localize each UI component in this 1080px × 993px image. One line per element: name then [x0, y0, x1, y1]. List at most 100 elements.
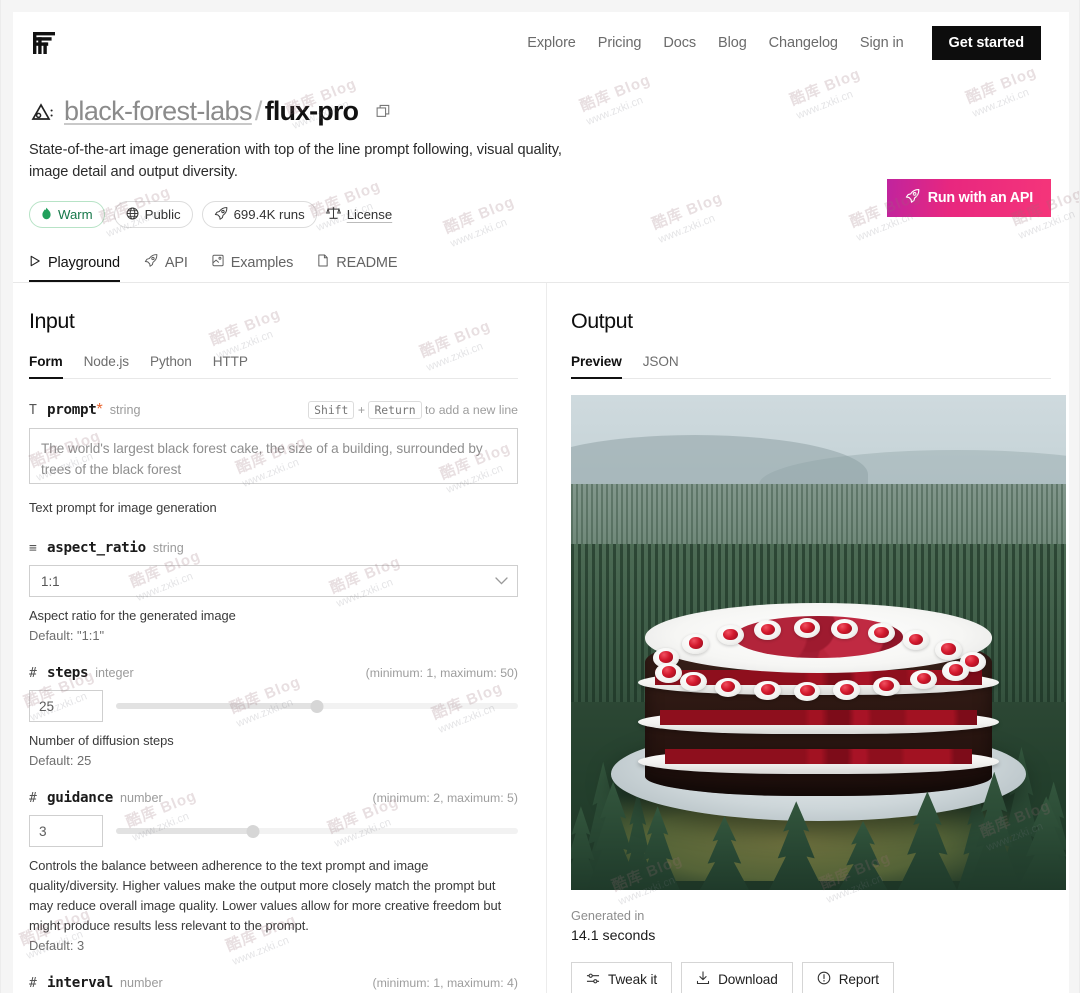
cherry-topping — [723, 628, 738, 640]
tab-api-label: API — [164, 254, 188, 271]
field-steps: # steps integer (minimum: 1, maximum: 50… — [29, 665, 518, 768]
tab-playground-label: Playground — [48, 255, 120, 272]
field-prompt: T prompt * string Shift + Return to add a… — [29, 401, 518, 518]
flame-icon — [41, 207, 52, 223]
input-panel-title: Input — [29, 309, 75, 334]
output-tab-json[interactable]: JSON — [643, 354, 679, 379]
model-tabs: Playground API Examples README — [13, 254, 1069, 283]
nav-link-signin[interactable]: Sign in — [860, 35, 904, 51]
model-owner-link[interactable]: black-forest-labs — [64, 96, 252, 126]
rocket-icon — [144, 254, 158, 271]
field-aspect-ratio-help: Aspect ratio for the generated image — [29, 608, 236, 624]
input-tab-http[interactable]: HTTP — [213, 354, 248, 379]
guidance-control-row — [29, 815, 518, 848]
cherry-topping — [659, 651, 674, 663]
aspect-ratio-select[interactable]: 1:1 — [29, 565, 518, 598]
steps-slider-thumb[interactable] — [310, 699, 324, 713]
replicate-logo-icon[interactable] — [29, 28, 59, 58]
cherry-topping — [800, 621, 815, 633]
download-icon — [696, 971, 710, 988]
list-icon: ≡ — [29, 541, 37, 557]
run-with-api-button[interactable]: Run with an API — [886, 179, 1051, 217]
field-prompt-help: Text prompt for image generation — [29, 500, 217, 516]
prompt-keyboard-hint: Shift + Return to add a new line — [308, 401, 518, 420]
tab-readme[interactable]: README — [317, 254, 398, 282]
field-steps-default: Default: 25 — [29, 753, 92, 769]
field-aspect-ratio: ≡ aspect_ratio string 1:1 Aspect ratio f… — [29, 540, 518, 643]
download-button[interactable]: Download — [681, 962, 793, 993]
cherry-topping — [948, 664, 964, 676]
output-view-tabs: Preview JSON — [571, 354, 1051, 380]
steps-number-input[interactable] — [29, 690, 103, 723]
kbd-shift: Shift — [308, 401, 355, 420]
globe-icon — [126, 207, 139, 223]
image-icon — [212, 254, 224, 271]
output-actions: Tweak it Download Report — [571, 962, 1051, 993]
aspect-ratio-select-wrap: 1:1 — [29, 565, 518, 598]
guidance-slider-thumb[interactable] — [246, 824, 260, 838]
tweak-it-button[interactable]: Tweak it — [571, 962, 673, 993]
nav-link-explore[interactable]: Explore — [527, 35, 576, 51]
field-guidance-name: guidance — [47, 790, 113, 807]
report-button[interactable]: Report — [801, 962, 894, 993]
field-steps-type: integer — [95, 666, 134, 681]
status-badge-warm[interactable]: Warm — [29, 201, 105, 229]
steps-control-row — [29, 690, 518, 723]
hint-tail: to add a new line — [425, 403, 518, 418]
guidance-number-input[interactable] — [29, 815, 103, 848]
license-link[interactable]: License — [325, 206, 392, 223]
scales-icon — [325, 206, 341, 223]
runs-badge[interactable]: 699.4K runs — [201, 201, 317, 229]
model-description: State-of-the-art image generation with t… — [29, 142, 562, 181]
steps-slider[interactable] — [116, 699, 518, 713]
top-navigation-bar: Explore Pricing Docs Blog Changelog Sign… — [13, 12, 1069, 74]
page-title: black-forest-labs / flux-pro — [64, 96, 359, 127]
input-tab-python[interactable]: Python — [150, 354, 192, 379]
rocket-icon — [214, 206, 228, 223]
output-image[interactable] — [571, 395, 1066, 891]
tab-api[interactable]: API — [144, 254, 188, 282]
field-prompt-name: prompt — [47, 402, 97, 419]
status-badge-warm-label: Warm — [58, 207, 93, 223]
nav-link-pricing[interactable]: Pricing — [598, 35, 642, 51]
cherry-topping — [800, 684, 815, 697]
input-tab-nodejs[interactable]: Node.js — [84, 354, 130, 379]
output-panel: Output Preview JSON Generated in 14.1 se… — [547, 283, 1069, 993]
tab-playground[interactable]: Playground — [29, 255, 120, 283]
input-panel: Input Form Node.js Python HTTP T prompt *… — [13, 283, 547, 993]
generated-in-value: 14.1 seconds — [571, 928, 656, 945]
cherry-topping — [760, 623, 775, 635]
field-aspect-ratio-header: ≡ aspect_ratio string — [29, 540, 518, 556]
prompt-input[interactable] — [29, 428, 518, 485]
runs-badge-label: 699.4K runs — [233, 207, 305, 223]
input-tab-form[interactable]: Form — [29, 354, 63, 380]
guidance-slider[interactable] — [116, 824, 518, 838]
content-columns: Input Form Node.js Python HTTP T prompt *… — [13, 283, 1069, 993]
download-label: Download — [718, 972, 778, 988]
copy-icon[interactable] — [376, 104, 391, 119]
field-steps-header: # steps integer (minimum: 1, maximum: 50… — [29, 665, 518, 681]
visibility-badge-public[interactable]: Public — [113, 201, 193, 229]
nav-link-docs[interactable]: Docs — [663, 35, 696, 51]
generated-scene — [571, 395, 1066, 891]
visibility-badge-label: Public — [144, 207, 181, 223]
cherry-topping — [837, 622, 852, 634]
nav-link-blog[interactable]: Blog — [718, 35, 747, 51]
cherry-topping — [839, 683, 855, 695]
play-icon — [29, 255, 41, 271]
document-icon — [317, 254, 329, 271]
field-aspect-ratio-name: aspect_ratio — [47, 540, 146, 557]
sliders-icon — [586, 972, 600, 988]
output-tab-preview[interactable]: Preview — [571, 354, 622, 380]
tab-examples[interactable]: Examples — [212, 254, 293, 282]
model-header: black-forest-labs / flux-pro State-of-the-… — [13, 74, 1069, 229]
get-started-button[interactable]: Get started — [931, 26, 1041, 60]
field-prompt-header: T prompt * string Shift + Return to add a… — [29, 401, 518, 420]
nav-link-changelog[interactable]: Changelog — [769, 35, 838, 51]
model-title-row: black-forest-labs / flux-pro — [29, 96, 1041, 127]
guidance-slider-fill — [116, 828, 253, 835]
cherry-row — [665, 749, 972, 765]
cherry-topping — [874, 626, 889, 638]
field-guidance-type: number — [119, 791, 163, 806]
hash-icon: # — [29, 791, 37, 807]
